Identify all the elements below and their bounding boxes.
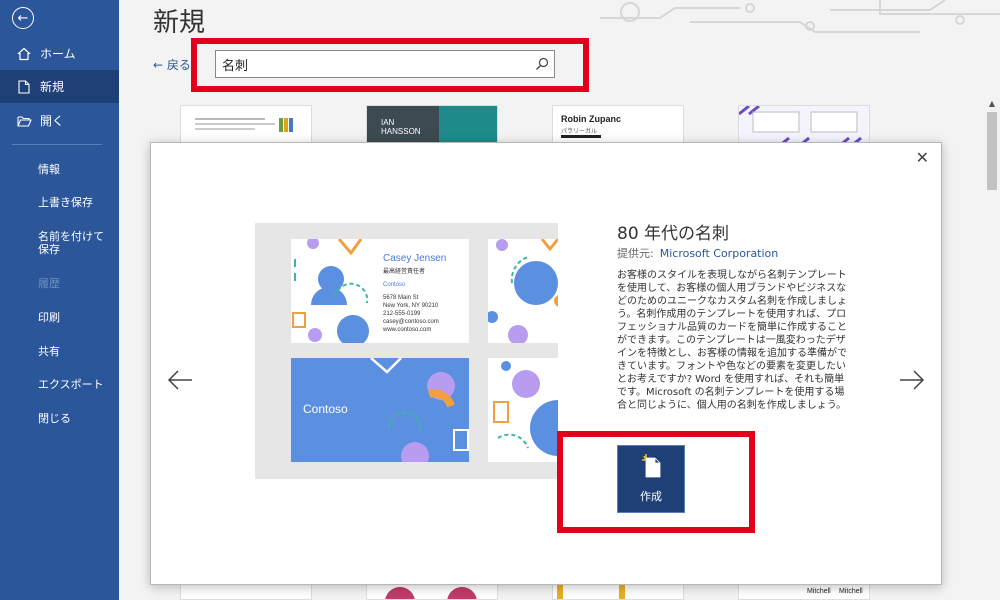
template-thumbnail[interactable]: IAN HANSSON <box>366 105 498 145</box>
nav-history: 履歴 <box>38 277 60 290</box>
sidebar-divider <box>12 144 102 145</box>
card-company: Contoso <box>383 282 406 288</box>
template-preview-dialog: ✕ Casey Jensen 最高経営責任者 Contoso 5678 Main… <box>150 142 942 585</box>
card-logo-side: Contoso <box>291 358 469 462</box>
provider-name: Microsoft Corporation <box>659 247 779 260</box>
new-document-icon <box>16 79 32 94</box>
page-title: 新規 <box>153 8 206 38</box>
template-provider: 提供元: Microsoft Corporation <box>617 245 778 261</box>
close-icon[interactable]: ✕ <box>916 148 929 167</box>
card-website: www.contoso.com <box>383 327 432 333</box>
nav-close[interactable]: 閉じる <box>38 412 71 425</box>
create-highlight-box <box>557 431 755 533</box>
nav-open[interactable]: 開く <box>0 104 119 137</box>
backstage-sidebar: ← ホーム 新規 開く 情報 上書き保存 名前を付けて保存 履歴 印刷 共有 エ… <box>0 0 119 600</box>
circuit-decoration <box>600 0 1000 33</box>
thumb-text: HANSSON <box>381 127 421 136</box>
card-email: casey@contoso.com <box>383 319 439 325</box>
home-icon <box>16 47 32 61</box>
provider-label: 提供元: <box>617 247 654 260</box>
nav-info[interactable]: 情報 <box>38 163 60 176</box>
card-front: Casey Jensen 最高経営責任者 Contoso 5678 Main S… <box>291 239 469 343</box>
template-description: お客様のスタイルを表現しながら名刺テンプレートを使用して、お客様の個人用ブランド… <box>617 270 847 411</box>
template-title: 80 年代の名刺 <box>617 224 730 244</box>
card-back-pattern-2 <box>488 358 558 462</box>
card-back-pattern <box>488 239 558 343</box>
thumb-text: Mitchell <box>807 588 831 595</box>
card-phone: 212-555-0199 <box>383 311 421 317</box>
card-logo-text: Contoso <box>303 402 348 416</box>
thumb-text: Mitchell <box>839 588 863 595</box>
thumb-text: Robin Zupanc <box>561 114 621 124</box>
nav-print[interactable]: 印刷 <box>38 311 60 324</box>
nav-home-label: ホーム <box>40 47 76 61</box>
scroll-thumb[interactable] <box>987 112 997 190</box>
word-backstage: ← ホーム 新規 開く 情報 上書き保存 名前を付けて保存 履歴 印刷 共有 エ… <box>0 0 1000 600</box>
search-highlight-box <box>191 38 589 92</box>
nav-open-label: 開く <box>40 114 65 128</box>
template-thumbnail[interactable] <box>180 105 312 145</box>
thumb-text: パラリーガル <box>561 128 598 135</box>
card-name: Casey Jensen <box>383 253 447 264</box>
thumb-text: IAN <box>381 118 395 127</box>
previous-arrow-icon[interactable] <box>167 365 193 398</box>
back-link[interactable]: ← 戻る <box>153 56 191 73</box>
card-address-2: New York, NY 90210 <box>383 303 439 309</box>
next-arrow-icon[interactable] <box>899 365 925 398</box>
card-address-1: 5678 Main St <box>383 295 419 301</box>
template-thumbnail[interactable]: Robin Zupanc パラリーガル <box>552 105 684 145</box>
card-role: 最高経営責任者 <box>383 268 426 275</box>
vertical-scrollbar[interactable]: ▲ <box>984 96 1000 600</box>
template-preview-image: Casey Jensen 最高経営責任者 Contoso 5678 Main S… <box>255 223 558 479</box>
back-arrow-icon[interactable]: ← <box>12 7 34 29</box>
nav-save-as[interactable]: 名前を付けて保存 <box>38 230 108 256</box>
nav-save[interactable]: 上書き保存 <box>38 196 93 209</box>
scroll-up-icon[interactable]: ▲ <box>984 96 1000 110</box>
template-thumbnail[interactable] <box>738 105 870 145</box>
open-folder-icon <box>16 115 32 127</box>
nav-share[interactable]: 共有 <box>38 345 60 358</box>
nav-export[interactable]: エクスポート <box>38 378 104 391</box>
nav-new-label: 新規 <box>40 80 65 94</box>
nav-new[interactable]: 新規 <box>0 70 119 103</box>
nav-home[interactable]: ホーム <box>0 37 119 70</box>
